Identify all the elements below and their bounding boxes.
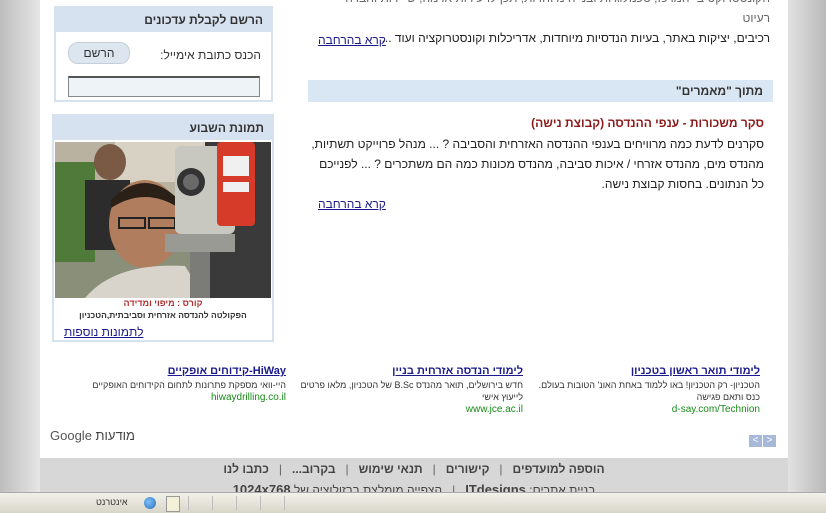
email-label: הכנס כתובת אימייל: [160,48,261,62]
internet-globe-icon [144,497,156,509]
ad-title[interactable]: HiWay-קידוחים אופקיים [56,365,286,377]
ad-next-arrow-icon[interactable]: > [763,435,776,447]
top-article-read-more-link[interactable]: קרא בהרחבה [318,33,386,47]
footer-link-contact[interactable]: כתבו לנו [223,462,269,476]
ad-item[interactable]: לימודי תואר ראשון בטכניון הטכניון- רק הט… [530,365,760,415]
ad-navigation: < > [748,430,776,448]
ad-item[interactable]: לימודי הנדסה אזרחית בניין חדש בירושלים, … [293,365,523,415]
ad-description: היי-וואי מספקת פתרונות לתחום הקידוחים הא… [92,380,286,390]
photo-caption-faculty: הפקולטה להנדסה אזרחית וסביבתית,הטכניון [79,310,247,320]
top-article-line1: הקונסטרוקט ב- המרכז, טכנולוגיות ובנייה מ… [338,0,770,25]
newsletter-header: הרשם לקבלת עדכונים [56,8,271,32]
google-ads-label[interactable]: Google מודעות [50,428,135,443]
newsletter-box: הרשם לקבלת עדכונים הכנס כתובת אימייל: הר… [54,6,273,102]
ad-item[interactable]: HiWay-קידוחים אופקיים היי-וואי מספקת פתר… [56,365,286,403]
google-logo: Google [50,428,92,443]
surveying-photo-image [55,142,271,298]
footer-separator: | [345,462,349,476]
ad-url[interactable]: hiwaydrilling.co.il [56,392,286,403]
google-ads-text: מודעות [95,428,135,443]
page-content: הקונסטרוקט ב- המרכז, טכנולוגיות ובנייה מ… [40,0,788,458]
photo-of-week-box: תמונת השבוע קורס: מיפוי ומדידה הפקולטה … [52,114,274,342]
status-divider [236,496,237,510]
status-divider [284,496,285,510]
photo-caption-course: קורס : מיפוי ומדידה [123,298,203,308]
footer-separator: | [278,462,282,476]
footer-nav: הוספה למועדפים | קישורים | תנאי שימוש | בקרוב.… [40,462,788,476]
photo-of-week-header: תמונת השבוע [54,116,272,140]
page-background-right [788,0,826,492]
ad-title[interactable]: לימודי הנדסה אזרחית בניין [293,365,523,377]
status-divider [212,496,213,510]
footer-link-favorites[interactable]: הוספה למועדפים [513,462,605,476]
page-icon [166,496,180,512]
footer-separator: | [432,462,436,476]
footer-link-terms[interactable]: תנאי שימוש [359,462,423,476]
article-read-more-link[interactable]: קרא בהרחבה [318,197,386,211]
articles-section-header: מתוך "מאמרים" [308,80,773,102]
footer-link-links[interactable]: קישורים [446,462,490,476]
status-zone-text: אינטרנט [96,497,128,507]
article-body: סקרנים לדעת כמה מרוויחים בענפי ההנדסה הא… [311,137,764,191]
footer: הוספה למועדפים | קישורים | תנאי שימוש | בקרוב.… [40,458,788,497]
ad-description: הטכניון- רק הטכניון! באו ללמוד באחת האונ… [538,380,760,402]
page-background-left [0,0,40,492]
status-divider [260,496,261,510]
status-divider [188,496,189,510]
surveying-photo[interactable] [55,142,271,298]
articles-section-title: מתוך "מאמרים" [675,84,763,98]
footer-separator: | [499,462,503,476]
footer-link-coming-soon[interactable]: בקרוב... [292,462,336,476]
ad-title[interactable]: לימודי תואר ראשון בטכניון [530,365,760,377]
ad-description: חדש בירושלים, תואר מהנדס B.Sc של הטכניון… [300,380,523,402]
email-input[interactable] [68,76,260,97]
subscribe-button[interactable]: הרשם [68,42,130,64]
ad-prev-arrow-icon[interactable]: < [749,435,762,447]
ad-url[interactable]: d-say.com/Technion [530,404,760,415]
ad-url[interactable]: www.jce.ac.il [293,404,523,415]
more-photos-link[interactable]: לתמונות נוספות [64,325,143,339]
browser-status-bar: אינטרנט [0,492,826,513]
article-title[interactable]: סקר משכורות - ענפי ההנדסה (קבוצת נישה) [310,116,764,130]
